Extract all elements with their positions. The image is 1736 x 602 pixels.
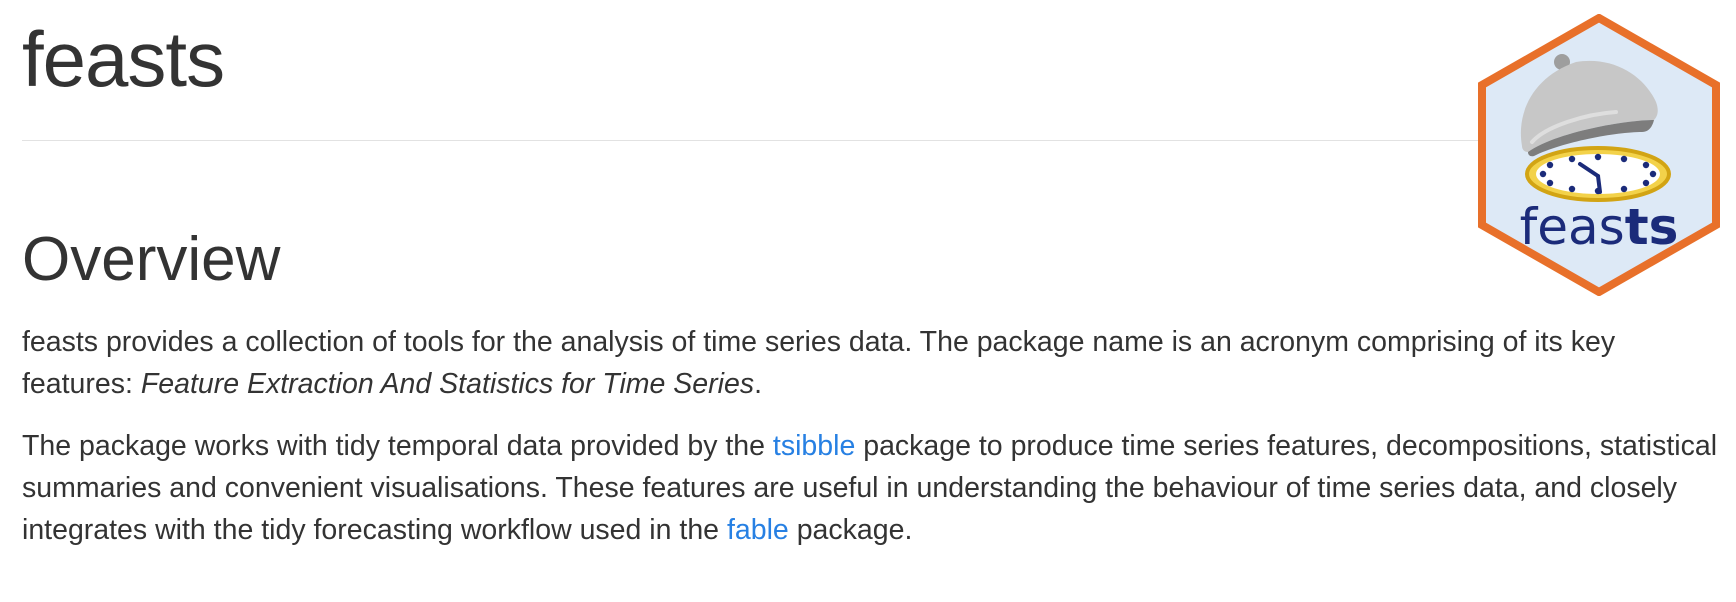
feasts-hex-logo: feasts	[1478, 14, 1720, 296]
overview-paragraph-2: The package works with tidy temporal dat…	[22, 425, 1722, 551]
paragraph-end: .	[754, 368, 763, 400]
title-divider	[22, 140, 1492, 141]
logo-wordmark-bold: ts	[1625, 198, 1679, 256]
fable-link[interactable]: fable	[727, 514, 789, 546]
page-title: feasts	[22, 15, 225, 103]
clock-plate-icon	[1525, 146, 1671, 202]
logo-wordmark-light: feas	[1520, 198, 1625, 256]
tsibble-link[interactable]: tsibble	[773, 430, 855, 462]
overview-paragraph-1: feasts provides a collection of tools fo…	[22, 321, 1722, 405]
overview-heading: Overview	[22, 225, 281, 294]
paragraph-text: package.	[796, 514, 913, 546]
acronym-expansion: Feature Extraction And Statistics for Ti…	[140, 368, 755, 400]
paragraph-text: The package works with tidy temporal dat…	[22, 430, 765, 462]
logo-wordmark: feasts	[1520, 198, 1679, 256]
